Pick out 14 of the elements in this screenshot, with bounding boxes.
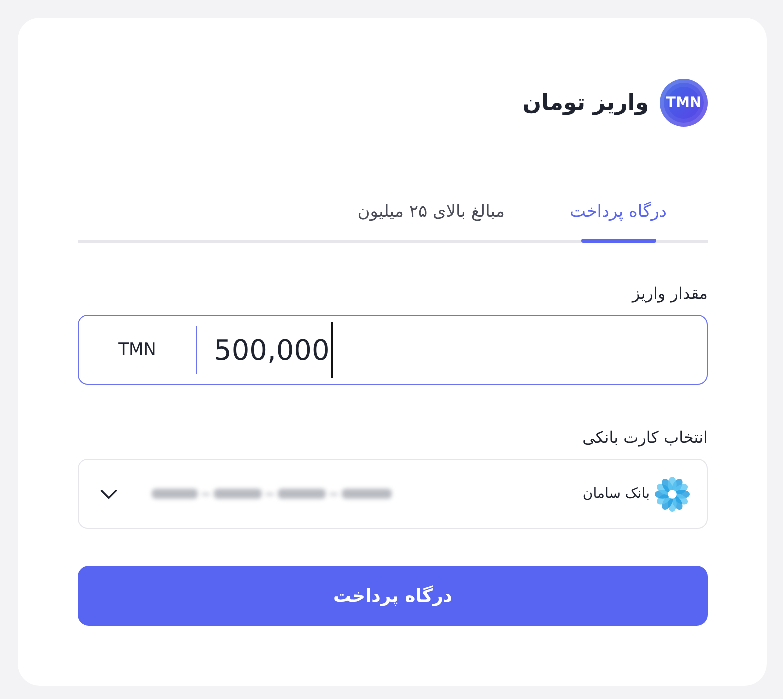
currency-logo: TMN <box>660 79 708 127</box>
currency-label: TMN <box>118 340 158 360</box>
payment-gateway-button[interactable]: درگاه پرداخت <box>78 566 708 626</box>
amount-input[interactable]: TMN 500,000 <box>78 315 708 385</box>
chevron-down-icon <box>100 488 118 500</box>
amount-label: مقدار واریز <box>632 284 708 303</box>
bank-card-label: انتخاب کارت بانکی <box>582 428 708 447</box>
flower-logo-icon <box>655 476 690 512</box>
bank-card-select[interactable]: بانک سامان <box>78 459 708 529</box>
bank-name: بانک سامان <box>582 486 650 502</box>
page-title: واریز تومان <box>522 90 649 116</box>
tab[interactable]: مبالغ بالای ۲۵ میلیون <box>338 202 526 243</box>
tab[interactable]: درگاه پرداخت <box>550 202 687 243</box>
text-cursor-icon <box>330 322 333 378</box>
